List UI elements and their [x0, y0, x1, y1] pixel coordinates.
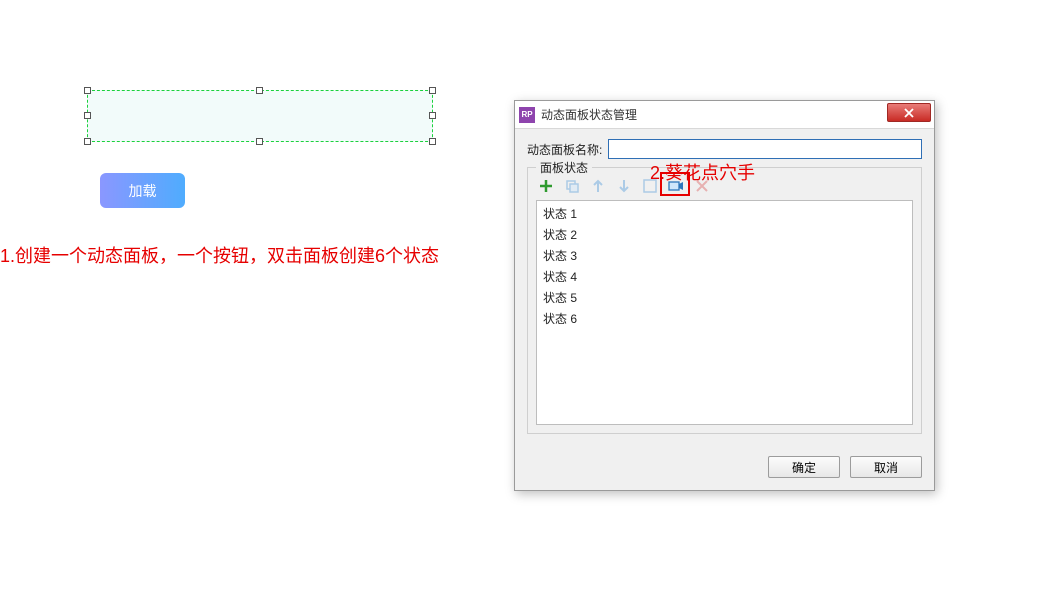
states-fieldset: 面板状态 [527, 167, 922, 434]
resize-handle[interactable] [429, 138, 436, 145]
resize-handle[interactable] [429, 112, 436, 119]
add-icon [539, 179, 553, 193]
arrow-up-icon [592, 179, 604, 193]
duplicate-state-button[interactable] [564, 178, 580, 194]
titlebar[interactable]: RP 动态面板状态管理 [515, 101, 934, 129]
ok-button[interactable]: 确定 [768, 456, 840, 478]
close-icon [903, 108, 915, 118]
rp-app-icon: RP [519, 107, 535, 123]
dialog-title: 动态面板状态管理 [541, 106, 637, 123]
copy-icon [565, 179, 579, 193]
list-item[interactable]: 状态 3 [537, 245, 912, 266]
dynamic-panel-selection[interactable] [87, 90, 433, 142]
panel-name-input[interactable] [608, 139, 922, 159]
cancel-button[interactable]: 取消 [850, 456, 922, 478]
resize-handle[interactable] [256, 87, 263, 94]
name-row: 动态面板名称: [527, 139, 922, 159]
add-state-button[interactable] [538, 178, 554, 194]
resize-handle[interactable] [84, 112, 91, 119]
resize-handle[interactable] [84, 87, 91, 94]
state-list[interactable]: 状态 1 状态 2 状态 3 状态 4 状态 5 状态 6 [536, 200, 913, 425]
move-up-button[interactable] [590, 178, 606, 194]
list-item[interactable]: 状态 4 [537, 266, 912, 287]
list-item[interactable]: 状态 2 [537, 224, 912, 245]
name-label: 动态面板名称: [527, 141, 602, 158]
close-button[interactable] [887, 103, 931, 122]
resize-handle[interactable] [256, 138, 263, 145]
dialog-footer: 确定 取消 [515, 446, 934, 490]
move-down-button[interactable] [616, 178, 632, 194]
load-button[interactable]: 加载 [100, 173, 185, 208]
arrow-down-icon [618, 179, 630, 193]
annotation-step-1: 1.创建一个动态面板，一个按钮，双击面板创建6个状态 [0, 242, 439, 268]
resize-handle[interactable] [84, 138, 91, 145]
list-item[interactable]: 状态 5 [537, 287, 912, 308]
list-item[interactable]: 状态 1 [537, 203, 912, 224]
list-item[interactable]: 状态 6 [537, 308, 912, 329]
annotation-step-2: 2.葵花点穴手 [650, 159, 755, 185]
resize-handle[interactable] [429, 87, 436, 94]
